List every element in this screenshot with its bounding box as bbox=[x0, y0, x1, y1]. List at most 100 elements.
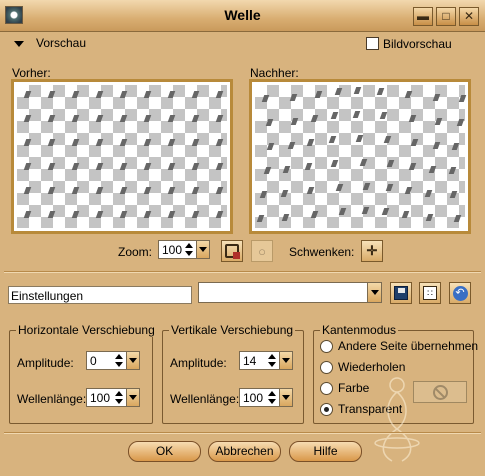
preview-pixel bbox=[453, 214, 461, 222]
pan-button[interactable]: ✛ bbox=[361, 240, 383, 262]
reset-button[interactable]: ↶ bbox=[449, 282, 471, 304]
zoom-fit-button[interactable] bbox=[221, 240, 243, 262]
zoom-label: Zoom: bbox=[118, 245, 153, 259]
preview-pixel bbox=[282, 213, 290, 221]
preview-pixel bbox=[433, 94, 441, 102]
preview-pixel bbox=[215, 139, 224, 146]
preview-pixel bbox=[306, 138, 315, 146]
horizontal-amplitude-dropdown-icon[interactable] bbox=[126, 352, 139, 369]
preview-pixel bbox=[456, 118, 464, 126]
reset-arrow-icon: ↶ bbox=[452, 285, 468, 301]
preview-pixel bbox=[71, 187, 80, 194]
preview-pixel bbox=[362, 183, 371, 190]
preview-pixel bbox=[330, 160, 339, 168]
preview-pixel bbox=[167, 187, 176, 194]
before-preview[interactable] bbox=[11, 79, 233, 234]
horizontal-wavelength-input[interactable]: 100 bbox=[86, 388, 140, 407]
after-preview[interactable] bbox=[249, 79, 471, 234]
preview-pixel bbox=[167, 115, 176, 122]
preview-pixel bbox=[95, 91, 104, 98]
preview-pixel bbox=[410, 139, 419, 147]
preview-pixel bbox=[353, 87, 362, 94]
preview-pixel bbox=[95, 187, 104, 194]
preview-pixel bbox=[334, 88, 342, 96]
preview-pixel bbox=[71, 115, 80, 122]
preview-pixel bbox=[330, 112, 338, 120]
vertical-amplitude-input[interactable]: 14 bbox=[239, 351, 293, 370]
preview-pixel bbox=[384, 136, 392, 144]
horizontal-wavelength-label: Wellenlänge: bbox=[17, 392, 87, 406]
help-button[interactable]: Hilfe bbox=[289, 441, 362, 462]
zoom-actual-button[interactable]: ○ bbox=[251, 240, 273, 262]
preview-pixel bbox=[256, 215, 265, 222]
preview-pixel bbox=[23, 211, 32, 218]
minimize-button[interactable]: ▬ bbox=[413, 7, 433, 26]
presets-dropdown-icon[interactable] bbox=[367, 283, 381, 302]
preview-pixel bbox=[215, 115, 224, 122]
divider-bottom bbox=[4, 432, 481, 434]
preview-pixel bbox=[119, 139, 128, 146]
preview-pixel bbox=[191, 163, 200, 170]
preview-pixel bbox=[352, 111, 361, 118]
maximize-button[interactable]: □ bbox=[436, 7, 456, 26]
horizontal-amplitude-input[interactable]: 0 bbox=[86, 351, 140, 370]
preview-pixel bbox=[338, 208, 346, 216]
preview-pixel bbox=[381, 208, 389, 216]
preview-pixel bbox=[306, 186, 315, 194]
preview-pixel bbox=[361, 207, 370, 214]
zoom-value: 100 bbox=[162, 243, 183, 257]
preview-pixel bbox=[119, 211, 128, 218]
zoom-stepper-icon[interactable] bbox=[183, 241, 195, 258]
preview-pixel bbox=[167, 211, 176, 218]
horizontal-amplitude-stepper-icon[interactable] bbox=[113, 352, 125, 369]
bildvorschau-label: Bildvorschau bbox=[383, 37, 452, 51]
bildvorschau-checkbox[interactable] bbox=[366, 37, 379, 50]
radio-andere-seite-label: Andere Seite übernehmen bbox=[338, 339, 479, 353]
preview-pixel bbox=[23, 115, 32, 122]
magnifier-icon: ○ bbox=[258, 243, 266, 259]
radio-wiederholen[interactable] bbox=[320, 361, 333, 374]
zoom-spinner[interactable]: 100 bbox=[158, 240, 210, 259]
vertical-amplitude-dropdown-icon[interactable] bbox=[279, 352, 292, 369]
vertical-wavelength-dropdown-icon[interactable] bbox=[279, 389, 292, 406]
preview-pixel bbox=[409, 163, 417, 171]
preview-pixel bbox=[119, 187, 128, 194]
vertical-wavelength-input[interactable]: 100 bbox=[239, 388, 293, 407]
vertical-wavelength-label: Wellenlänge: bbox=[170, 392, 240, 406]
zoom-dropdown-icon[interactable] bbox=[196, 241, 209, 258]
preview-pixel bbox=[259, 191, 268, 198]
randomize-button[interactable]: ∷ bbox=[419, 282, 441, 304]
preview-pixel bbox=[428, 166, 436, 174]
preview-pixel bbox=[328, 136, 337, 144]
ok-button[interactable]: OK bbox=[128, 441, 201, 462]
preview-pixel bbox=[191, 211, 200, 218]
preview-pixel bbox=[191, 187, 200, 194]
before-preview-image bbox=[17, 85, 227, 228]
horizontal-wavelength-stepper-icon[interactable] bbox=[113, 389, 125, 406]
move-cross-icon: ✛ bbox=[366, 243, 378, 258]
horizontal-wavelength-value: 100 bbox=[90, 391, 111, 405]
preview-pixel bbox=[47, 211, 56, 218]
settings-label: Einstellungen bbox=[8, 286, 192, 304]
vertical-amplitude-label: Amplitude: bbox=[170, 356, 227, 370]
preview-pixel bbox=[71, 211, 80, 218]
preview-pixel bbox=[143, 115, 152, 122]
preview-pixel bbox=[191, 91, 200, 98]
preview-pixel bbox=[143, 91, 152, 98]
horizontal-wavelength-dropdown-icon[interactable] bbox=[126, 389, 139, 406]
close-button[interactable]: ✕ bbox=[459, 7, 479, 26]
presets-combo[interactable] bbox=[198, 282, 382, 303]
radio-andere-seite[interactable] bbox=[320, 340, 333, 353]
save-preset-button[interactable] bbox=[390, 282, 412, 304]
preview-pixel bbox=[266, 143, 275, 150]
preview-pixel bbox=[143, 211, 152, 218]
radio-transparent[interactable] bbox=[320, 403, 333, 416]
collapse-triangle-icon[interactable] bbox=[14, 41, 24, 47]
horizontal-amplitude-value: 0 bbox=[90, 354, 97, 368]
vertical-wavelength-stepper-icon[interactable] bbox=[266, 389, 278, 406]
cancel-button[interactable]: Abbrechen bbox=[208, 441, 281, 462]
radio-farbe[interactable] bbox=[320, 382, 333, 395]
after-preview-image bbox=[255, 85, 467, 228]
preview-pixel bbox=[143, 163, 152, 170]
vertical-amplitude-stepper-icon[interactable] bbox=[266, 352, 278, 369]
